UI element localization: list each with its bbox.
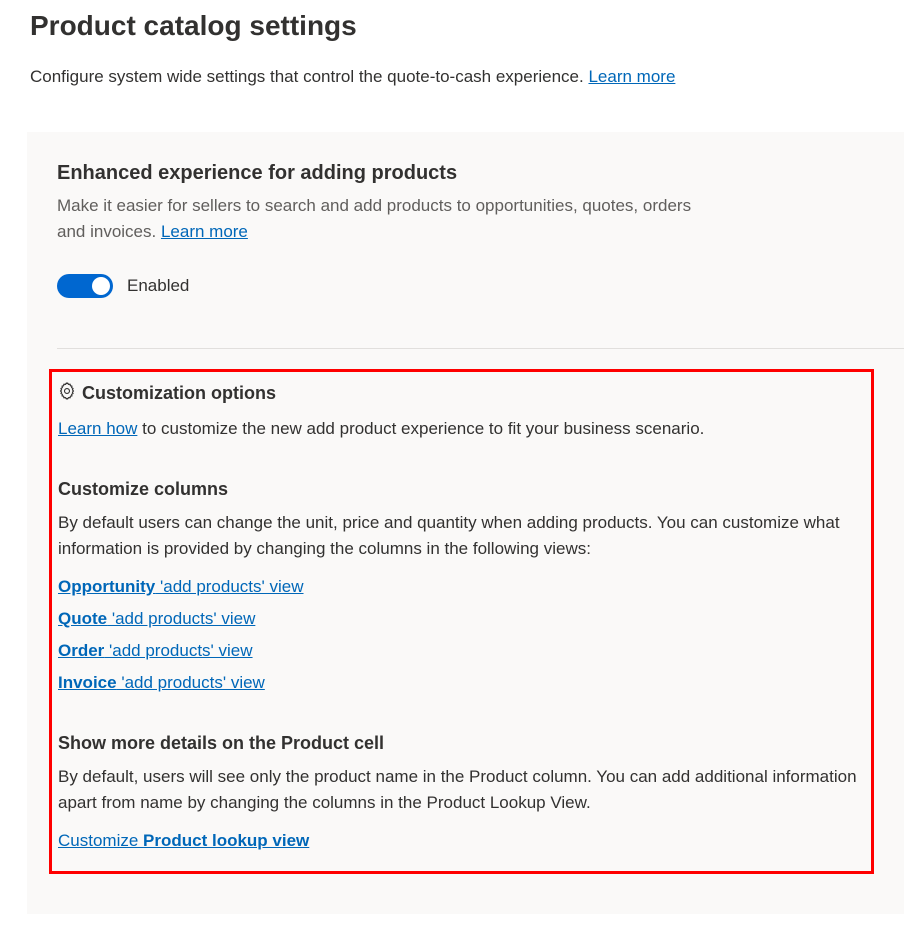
customize-columns-title: Customize columns <box>58 479 859 500</box>
customization-desc: Learn how to customize the new add produ… <box>58 419 859 439</box>
link-rest: 'add products' view <box>155 577 303 596</box>
list-item: Invoice 'add products' view <box>58 673 859 693</box>
page-title: Product catalog settings <box>30 10 904 42</box>
product-lookup-link-wrap: Customize Product lookup view <box>58 831 859 851</box>
section-divider <box>57 348 904 349</box>
product-cell-desc: By default, users will see only the prod… <box>58 764 859 815</box>
page-learn-more-link[interactable]: Learn more <box>588 67 675 86</box>
customize-columns-desc: By default users can change the unit, pr… <box>58 510 859 561</box>
product-cell-title: Show more details on the Product cell <box>58 733 859 754</box>
link-bold: Product lookup view <box>143 831 309 850</box>
link-rest: 'add products' view <box>107 609 255 628</box>
learn-how-link[interactable]: Learn how <box>58 419 137 438</box>
link-bold: Opportunity <box>58 577 155 596</box>
link-rest: 'add products' view <box>104 641 252 660</box>
enhanced-title: Enhanced experience for adding products <box>57 162 874 185</box>
quote-view-link[interactable]: Quote 'add products' view <box>58 609 255 628</box>
settings-panel: Enhanced experience for adding products … <box>27 132 904 914</box>
link-rest: 'add products' view <box>117 673 265 692</box>
customization-highlight: Customization options Learn how to custo… <box>49 369 874 874</box>
page-desc-text: Configure system wide settings that cont… <box>30 67 588 86</box>
enhanced-learn-more-link[interactable]: Learn more <box>161 222 248 241</box>
link-prefix: Customize <box>58 831 143 850</box>
link-bold: Quote <box>58 609 107 628</box>
list-item: Opportunity 'add products' view <box>58 577 859 597</box>
invoice-view-link[interactable]: Invoice 'add products' view <box>58 673 265 692</box>
customization-header-text: Customization options <box>82 383 276 404</box>
enhanced-toggle-label: Enabled <box>127 276 189 296</box>
enhanced-toggle[interactable] <box>57 274 113 298</box>
gear-icon <box>58 382 76 405</box>
enhanced-desc: Make it easier for sellers to search and… <box>57 193 697 244</box>
toggle-knob <box>92 277 110 295</box>
enhanced-toggle-row: Enabled <box>57 274 874 298</box>
link-bold: Invoice <box>58 673 117 692</box>
page-description: Configure system wide settings that cont… <box>30 67 904 87</box>
link-bold: Order <box>58 641 104 660</box>
customization-desc-rest: to customize the new add product experie… <box>137 419 704 438</box>
enhanced-desc-text: Make it easier for sellers to search and… <box>57 196 691 241</box>
opportunity-view-link[interactable]: Opportunity 'add products' view <box>58 577 304 596</box>
order-view-link[interactable]: Order 'add products' view <box>58 641 253 660</box>
customize-product-lookup-link[interactable]: Customize Product lookup view <box>58 831 309 850</box>
list-item: Quote 'add products' view <box>58 609 859 629</box>
list-item: Order 'add products' view <box>58 641 859 661</box>
customization-header: Customization options <box>58 382 859 405</box>
columns-link-list: Opportunity 'add products' view Quote 'a… <box>58 577 859 693</box>
